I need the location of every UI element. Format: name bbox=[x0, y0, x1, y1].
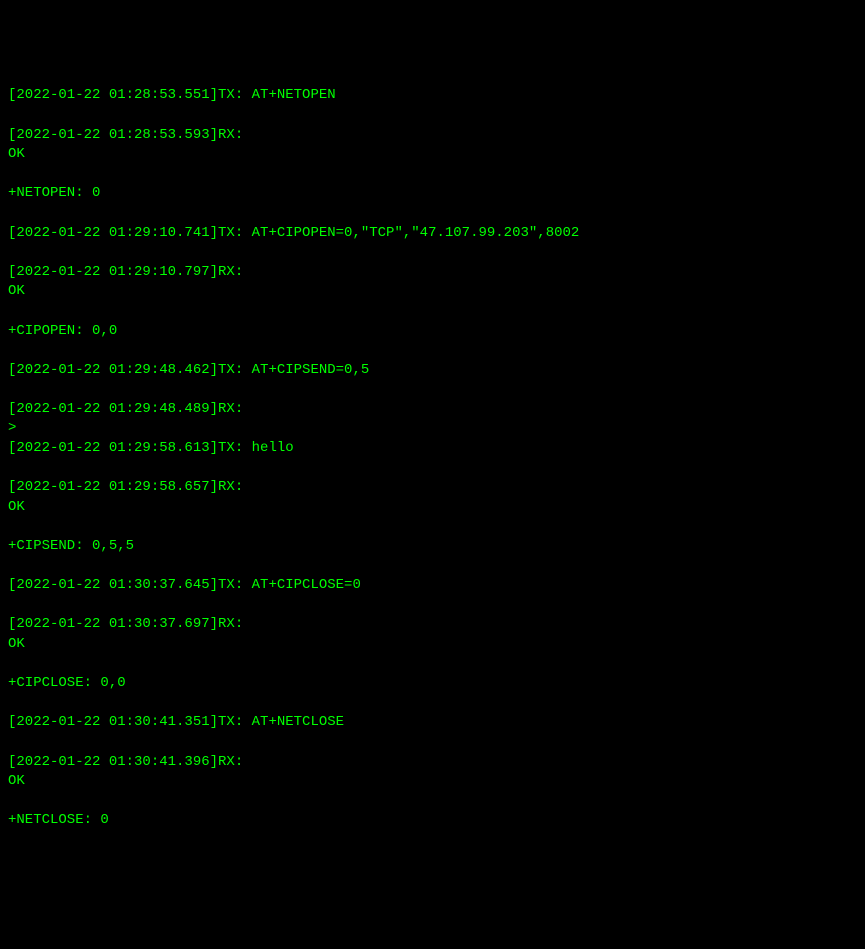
terminal-line: OK bbox=[8, 498, 857, 518]
terminal-line bbox=[8, 459, 857, 479]
terminal-line: [2022-01-22 01:29:10.741]TX: AT+CIPOPEN=… bbox=[8, 224, 857, 244]
terminal-line bbox=[8, 380, 857, 400]
terminal-line: +NETCLOSE: 0 bbox=[8, 811, 857, 831]
terminal-line: [2022-01-22 01:29:48.489]RX: bbox=[8, 400, 857, 420]
terminal-line bbox=[8, 831, 857, 851]
terminal-line bbox=[8, 596, 857, 616]
terminal-line bbox=[8, 165, 857, 185]
terminal-line: [2022-01-22 01:30:37.645]TX: AT+CIPCLOSE… bbox=[8, 576, 857, 596]
terminal-line: OK bbox=[8, 635, 857, 655]
terminal-line: +CIPSEND: 0,5,5 bbox=[8, 537, 857, 557]
terminal-line: [2022-01-22 01:30:41.396]RX: bbox=[8, 753, 857, 773]
terminal-line: > bbox=[8, 419, 857, 439]
terminal-line: [2022-01-22 01:30:41.351]TX: AT+NETCLOSE bbox=[8, 713, 857, 733]
terminal-line bbox=[8, 302, 857, 322]
terminal-line bbox=[8, 106, 857, 126]
terminal-line: +NETOPEN: 0 bbox=[8, 184, 857, 204]
terminal-line: [2022-01-22 01:30:37.697]RX: bbox=[8, 615, 857, 635]
terminal-line: OK bbox=[8, 772, 857, 792]
terminal-line: OK bbox=[8, 145, 857, 165]
terminal-output: [2022-01-22 01:28:53.551]TX: AT+NETOPEN … bbox=[8, 86, 857, 850]
terminal-line bbox=[8, 733, 857, 753]
terminal-line bbox=[8, 341, 857, 361]
terminal-line: [2022-01-22 01:28:53.593]RX: bbox=[8, 126, 857, 146]
terminal-line bbox=[8, 204, 857, 224]
terminal-line: +CIPCLOSE: 0,0 bbox=[8, 674, 857, 694]
terminal-line bbox=[8, 243, 857, 263]
terminal-line: OK bbox=[8, 282, 857, 302]
terminal-line: [2022-01-22 01:29:48.462]TX: AT+CIPSEND=… bbox=[8, 361, 857, 381]
terminal-line: [2022-01-22 01:29:58.657]RX: bbox=[8, 478, 857, 498]
terminal-line: [2022-01-22 01:29:10.797]RX: bbox=[8, 263, 857, 283]
terminal-line bbox=[8, 557, 857, 577]
terminal-line bbox=[8, 792, 857, 812]
terminal-line: +CIPOPEN: 0,0 bbox=[8, 322, 857, 342]
terminal-line bbox=[8, 517, 857, 537]
terminal-line bbox=[8, 655, 857, 675]
terminal-line bbox=[8, 694, 857, 714]
terminal-line: [2022-01-22 01:29:58.613]TX: hello bbox=[8, 439, 857, 459]
terminal-line: [2022-01-22 01:28:53.551]TX: AT+NETOPEN bbox=[8, 86, 857, 106]
